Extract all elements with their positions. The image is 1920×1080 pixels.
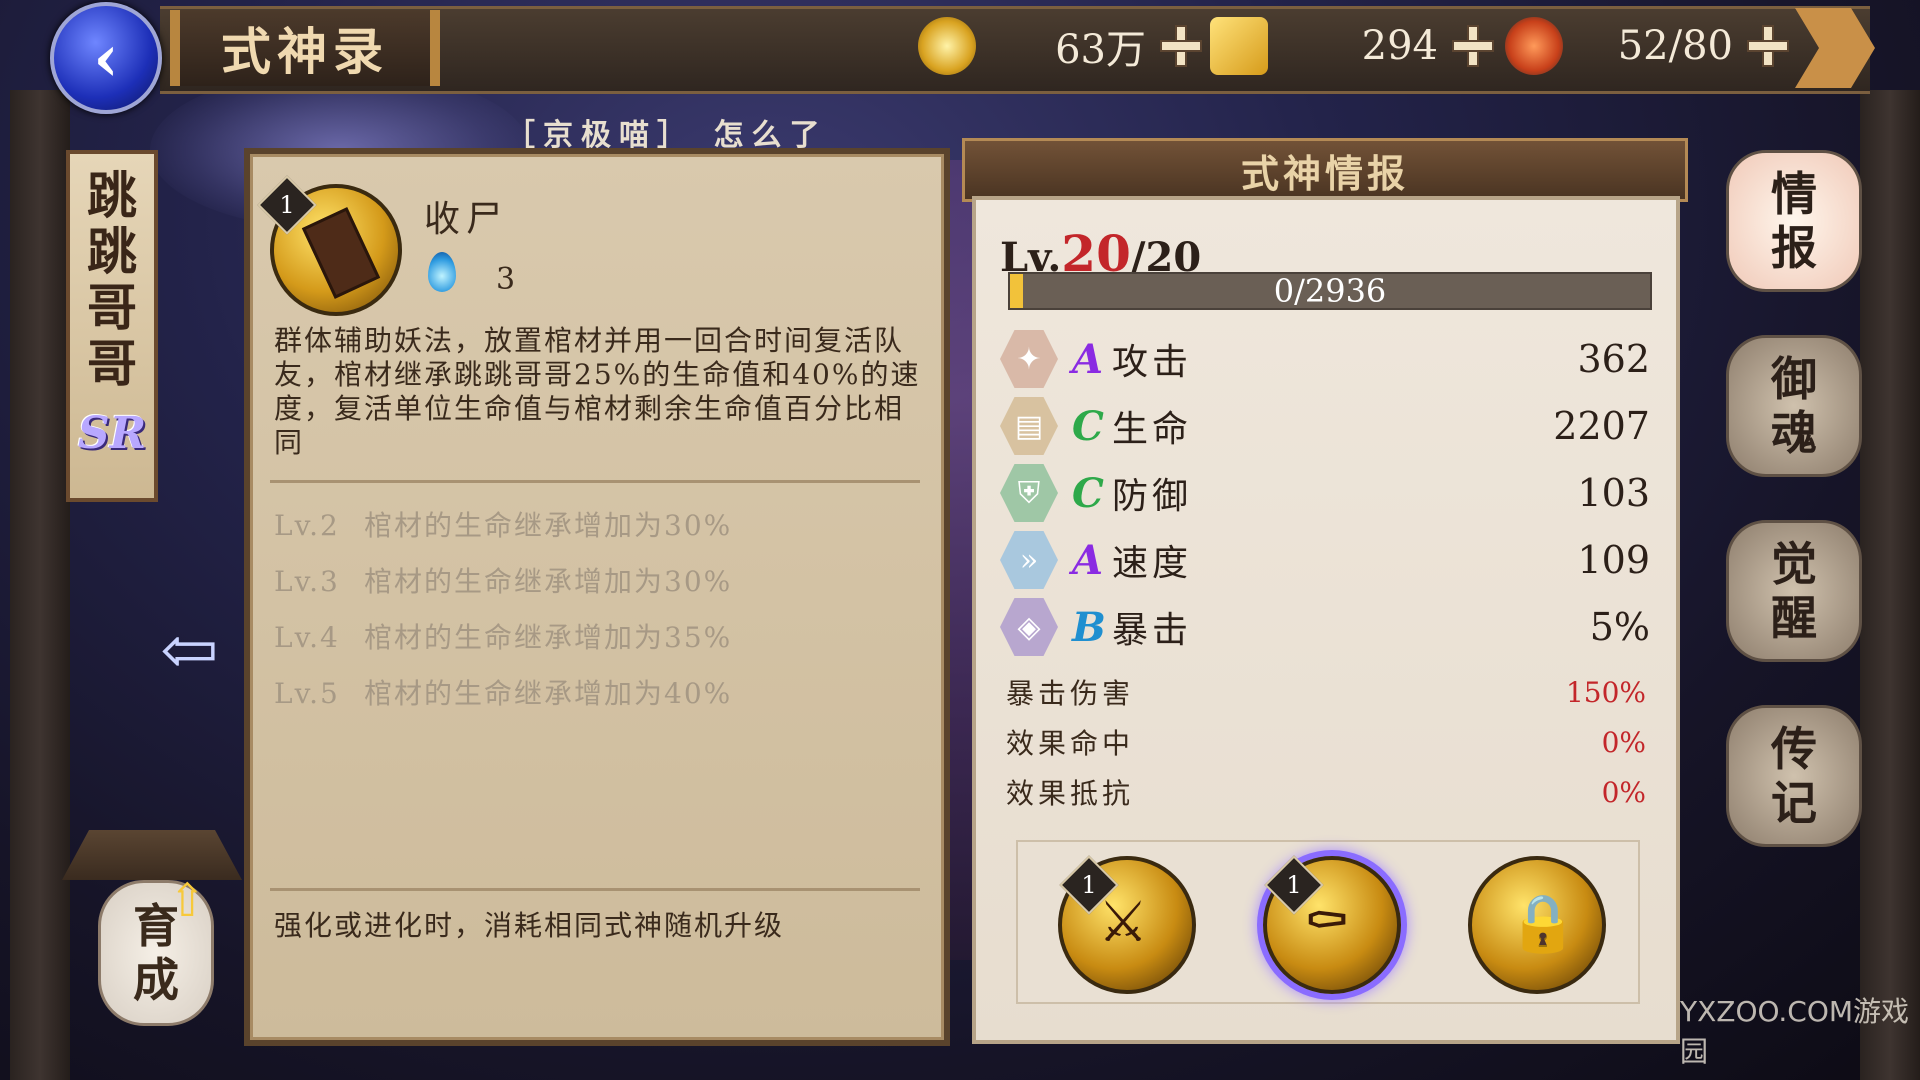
upgrade-row: Lv.4 棺材的生命继承增加为35%	[274, 621, 733, 654]
stat-value: 5%	[1589, 605, 1650, 649]
exp-bar: 0/2936	[1008, 272, 1652, 310]
skill-locked-icon: 🔒	[1508, 891, 1578, 956]
skill-upgrade-list: Lv.2 棺材的生命继承增加为30% Lv.3 棺材的生命继承增加为30% Lv.4…	[274, 504, 924, 728]
stat-label: 暴击	[1112, 610, 1193, 651]
back-button[interactable]: ‹	[50, 2, 162, 114]
stat-label: 速度	[1112, 543, 1193, 584]
skill-slot-3[interactable]: 🔒	[1468, 856, 1606, 994]
name-char: 跳	[87, 222, 137, 281]
rarity-badge: SR	[77, 408, 147, 459]
info-panel-title: 式神情报	[962, 138, 1688, 202]
skill-detail-panel: 1 收尸 3 群体辅助妖法，放置棺材并用一回合时间复活队友，棺材继承跳跳哥哥25…	[244, 148, 950, 1046]
skill-slot-1[interactable]: ⚔ 1	[1058, 855, 1196, 994]
stat-row-crit: ◈ B 暴击 5%	[1000, 596, 1650, 658]
lantern-roof	[62, 830, 242, 880]
skill-slot-2[interactable]: ⚰ 1	[1263, 855, 1401, 994]
stat-grade: A	[1072, 335, 1104, 383]
stat-value: 362	[1577, 337, 1650, 381]
resource-stamina: 52/80	[1505, 14, 1791, 78]
stat-label: 生命	[1112, 409, 1193, 450]
stat-grade: A	[1072, 536, 1104, 584]
watermark: YXZOO.COM游戏园	[1680, 995, 1910, 1068]
resource-coins: 63万	[918, 14, 1204, 78]
add-stamina-button[interactable]	[1745, 23, 1791, 69]
stat-label: 攻击	[1112, 342, 1193, 383]
upgrade-row: Lv.5 棺材的生命继承增加为40%	[274, 677, 733, 710]
gold-ingot-icon	[1210, 17, 1268, 75]
skill-name: 收尸	[424, 199, 509, 240]
stat-grade: C	[1072, 402, 1104, 450]
coins-value: 63万	[1055, 27, 1146, 73]
name-char: 哥	[87, 278, 137, 337]
shikigami-name-banner: 跳 跳 哥 哥 SR	[66, 150, 158, 502]
tab-soul[interactable]: 御魂	[1726, 335, 1862, 477]
talisman-crit-icon: ◈	[1000, 598, 1058, 656]
armor-defense-icon: ⛨	[1000, 464, 1058, 522]
exp-text: 0/2936	[1273, 272, 1387, 310]
skill-slot-strip: ⚔ 1 ⚰ 1 🔒	[1016, 840, 1640, 1004]
stat-value: 2207	[1553, 404, 1650, 448]
chevron-speed-icon: »	[1000, 531, 1058, 589]
upgrade-arrow-icon: ⇧	[168, 873, 207, 927]
skill-footer-note: 强化或进化时，消耗相同式神随机升级	[274, 909, 785, 942]
skill-cost: 3	[496, 262, 516, 297]
name-char: 跳	[87, 166, 137, 225]
tab-awaken[interactable]: 觉醒	[1726, 520, 1862, 662]
stamina-value: 52/80	[1617, 23, 1733, 69]
divider	[270, 888, 920, 891]
back-arrow-icon: ‹	[93, 20, 119, 96]
right-pillar	[1860, 90, 1920, 1080]
left-pillar	[10, 90, 70, 1080]
sub-stat-effect-hit: 效果命中 0%	[1006, 725, 1646, 761]
prev-shikigami-arrow-icon[interactable]: ⇦	[160, 615, 240, 685]
gold-value: 294	[1361, 23, 1438, 69]
resource-gold: 294	[1210, 14, 1496, 78]
stat-row-speed: » A 速度 109	[1000, 529, 1650, 591]
ghost-fire-icon	[428, 252, 456, 292]
info-panel: Lv.20/20 0/2936 ✦ A 攻击 362 ▤ C 生命 2207 ⛨…	[972, 196, 1680, 1044]
tab-info[interactable]: 情报	[1726, 150, 1862, 292]
scroll-health-icon: ▤	[1000, 397, 1058, 455]
stat-value: 103	[1577, 471, 1650, 515]
stat-row-attack: ✦ A 攻击 362	[1000, 328, 1650, 390]
stat-row-defense: ⛨ C 防御 103	[1000, 462, 1650, 524]
stat-grade: C	[1072, 469, 1104, 517]
tab-biography[interactable]: 传记	[1726, 705, 1862, 847]
sub-stat-effect-resist: 效果抵抗 0%	[1006, 775, 1646, 811]
sub-stat-crit-damage: 暴击伤害 150%	[1006, 675, 1646, 711]
nurture-label-2: 成	[133, 953, 179, 1007]
sushi-stamina-icon	[1505, 17, 1563, 75]
stat-grade: B	[1072, 603, 1106, 651]
stat-label: 防御	[1112, 476, 1193, 517]
coin-icon	[918, 17, 976, 75]
add-gold-button[interactable]	[1450, 23, 1496, 69]
add-coins-button[interactable]	[1158, 23, 1204, 69]
skill-description: 群体辅助妖法，放置棺材并用一回合时间复活队友，棺材继承跳跳哥哥25%的生命值和4…	[274, 324, 921, 459]
stat-value: 109	[1577, 538, 1650, 582]
page-title: 式神录	[170, 10, 440, 86]
fan-attack-icon: ✦	[1000, 330, 1058, 388]
divider	[270, 480, 920, 483]
upgrade-row: Lv.3 棺材的生命继承增加为30%	[274, 565, 733, 598]
stat-row-health: ▤ C 生命 2207	[1000, 395, 1650, 457]
name-char: 哥	[87, 334, 137, 393]
upgrade-row: Lv.2 棺材的生命继承增加为30%	[274, 509, 733, 542]
